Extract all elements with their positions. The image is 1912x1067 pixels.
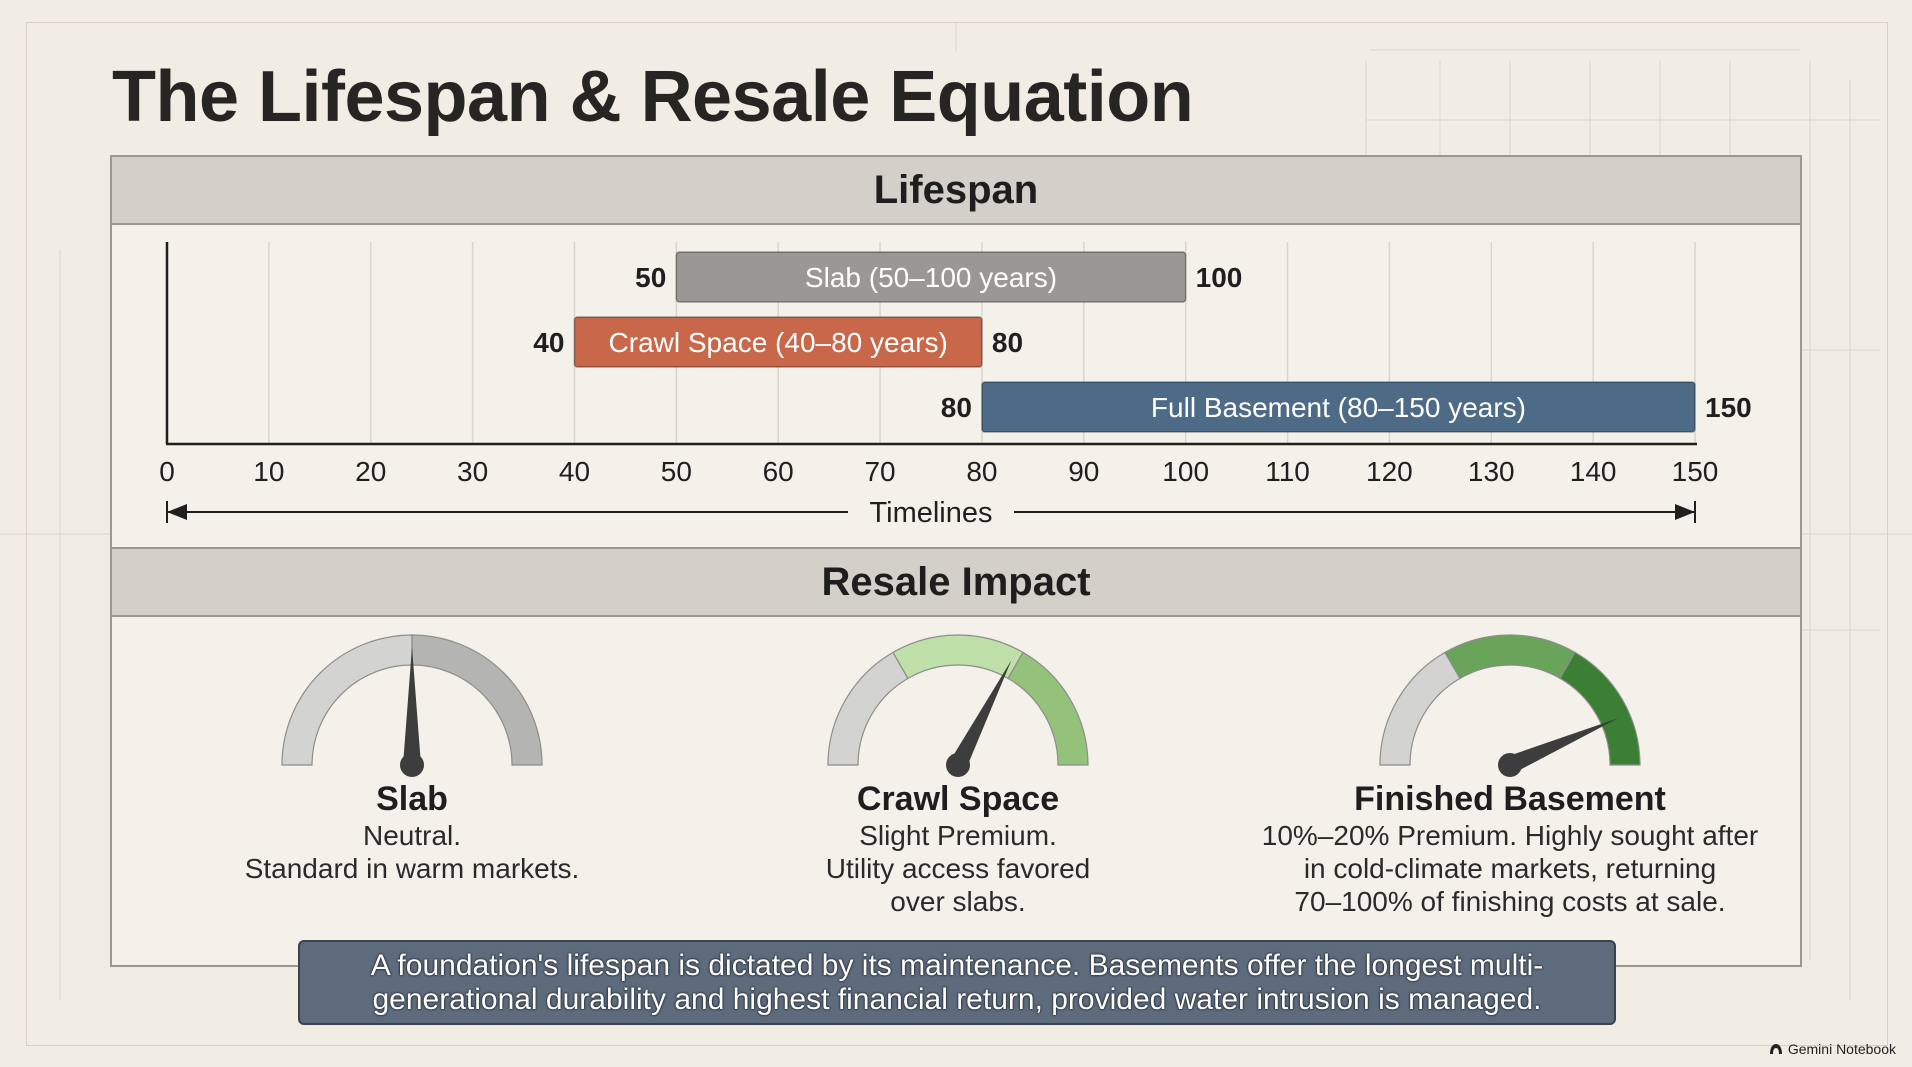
x-tick-label: 30 — [457, 456, 488, 487]
gauge-card-crawl-space: Crawl Space Slight Premium. Utility acce… — [688, 617, 1228, 918]
x-tick-label: 140 — [1570, 456, 1617, 487]
summary-text: A foundation's lifespan is dictated by i… — [370, 948, 1544, 1016]
gauge-segment — [827, 651, 909, 766]
gauge-hub — [946, 753, 970, 777]
slab-gauge — [281, 634, 543, 777]
gauge-needle — [1506, 718, 1619, 774]
finished-basement-gauge — [1379, 634, 1641, 777]
gauge-segment — [892, 634, 1024, 680]
summary-caption: A foundation's lifespan is dictated by i… — [298, 940, 1616, 1025]
x-tick-label: 110 — [1265, 456, 1310, 487]
gauge-segment — [1379, 651, 1461, 766]
page-title: The Lifespan & Resale Equation — [112, 57, 1194, 137]
x-tick-label: 100 — [1162, 456, 1209, 487]
main-panel: Lifespan Slab (50–100 years) 50 100 Crawl S… — [110, 155, 1802, 967]
x-tick-label: 50 — [661, 456, 692, 487]
gauge-description: 10%–20% Premium. Highly sought after in … — [1261, 820, 1759, 917]
watermark: Gemini Notebook — [1769, 1041, 1896, 1057]
gauge-hub — [1498, 753, 1522, 777]
x-tick-label: 60 — [763, 456, 794, 487]
x-tick-label: 20 — [355, 456, 386, 487]
x-tick-label: 130 — [1468, 456, 1515, 487]
gauge-segment — [281, 634, 413, 766]
bar-end-label: 150 — [1705, 392, 1752, 423]
bar-label: Full Basement (80–150 years) — [1151, 392, 1526, 423]
bar-start-label: 80 — [941, 392, 972, 423]
bar-end-label: 80 — [992, 327, 1023, 358]
x-tick-label: 90 — [1068, 456, 1099, 487]
lifespan-chart: Slab (50–100 years)50 100Crawl Space (40–… — [159, 242, 1752, 529]
x-tick-label: 120 — [1366, 456, 1413, 487]
gauge-label: Crawl Space — [856, 780, 1060, 818]
bar-start-label: 40 — [533, 327, 564, 358]
bar-end-label: 100 — [1196, 262, 1243, 293]
arrowhead-left-icon — [167, 504, 187, 520]
x-axis-title: Timelines — [869, 497, 992, 529]
x-tick-label: 10 — [253, 456, 284, 487]
bar-start-label: 50 — [635, 262, 666, 293]
gauge-segment — [1559, 651, 1641, 766]
resale-header: Resale Impact — [112, 547, 1800, 617]
x-tick-label: 0 — [159, 456, 175, 487]
gauge-segment — [1007, 651, 1089, 766]
bar-label: Crawl Space (40–80 years) — [609, 327, 948, 358]
crawl-space-gauge — [827, 634, 1089, 777]
arrowhead-right-icon — [1675, 504, 1695, 520]
gauge-segment — [1444, 634, 1576, 680]
gauge-description: Slight Premium. Utility access favored o… — [825, 820, 1091, 917]
gauge-row: Slab Neutral. Standard in warm markets. … — [112, 617, 1800, 917]
gauge-label: Slab — [376, 780, 448, 818]
gauge-label: Finished Basement — [1354, 780, 1666, 818]
gauge-needle — [949, 659, 1012, 770]
x-tick-label: 80 — [966, 456, 997, 487]
x-tick-label: 150 — [1672, 456, 1719, 487]
gauge-segment — [411, 634, 543, 766]
watermark-text: Gemini Notebook — [1787, 1041, 1896, 1057]
gemini-logo-icon — [1769, 1044, 1782, 1054]
bar-label: Slab (50–100 years) — [805, 262, 1057, 293]
x-tick-label: 40 — [559, 456, 590, 487]
gauge-description: Neutral. Standard in warm markets. — [244, 820, 580, 884]
gauge-hub — [400, 753, 424, 777]
x-tick-label: 70 — [864, 456, 895, 487]
gauge-card-slab: Slab Neutral. Standard in warm markets. — [142, 617, 682, 885]
gauge-card-finished-basement: Finished Basement 10%–20% Premium. Highl… — [1240, 617, 1780, 918]
